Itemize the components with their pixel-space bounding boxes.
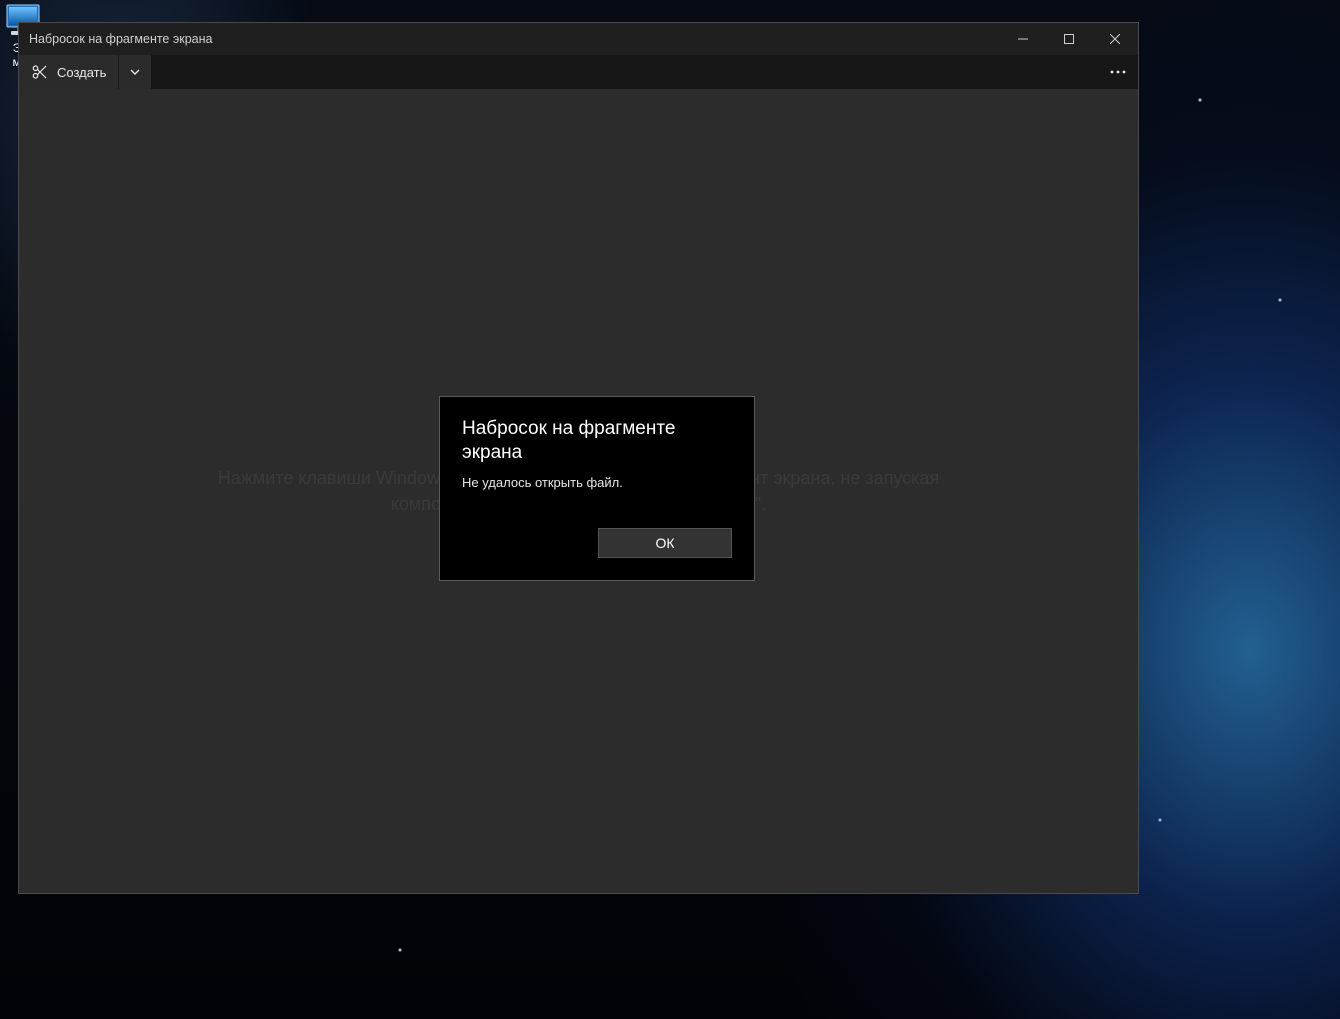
scissors-icon [31, 63, 49, 81]
toolbar: Создать [19, 55, 1138, 89]
more-icon [1110, 70, 1126, 74]
titlebar: Набросок на фрагменте экрана [19, 23, 1138, 55]
close-icon [1110, 34, 1120, 44]
dialog-title: Набросок на фрагменте экрана [462, 417, 732, 465]
minimize-icon [1018, 34, 1028, 44]
new-snip-label: Создать [57, 65, 106, 80]
snip-sketch-window: Набросок на фрагменте экрана Создать [18, 22, 1139, 894]
maximize-icon [1064, 34, 1074, 44]
maximize-button[interactable] [1046, 23, 1092, 55]
dialog-message: Не удалось открыть файл. [462, 475, 732, 490]
new-snip-button[interactable]: Создать [19, 55, 118, 89]
error-dialog: Набросок на фрагменте экрана Не удалось … [439, 396, 755, 581]
minimize-button[interactable] [1000, 23, 1046, 55]
close-button[interactable] [1092, 23, 1138, 55]
chevron-down-icon [130, 67, 140, 77]
ok-button[interactable]: ОК [598, 528, 732, 558]
new-snip-dropdown[interactable] [118, 55, 151, 89]
more-button[interactable] [1098, 55, 1138, 89]
window-title: Набросок на фрагменте экрана [19, 32, 212, 46]
